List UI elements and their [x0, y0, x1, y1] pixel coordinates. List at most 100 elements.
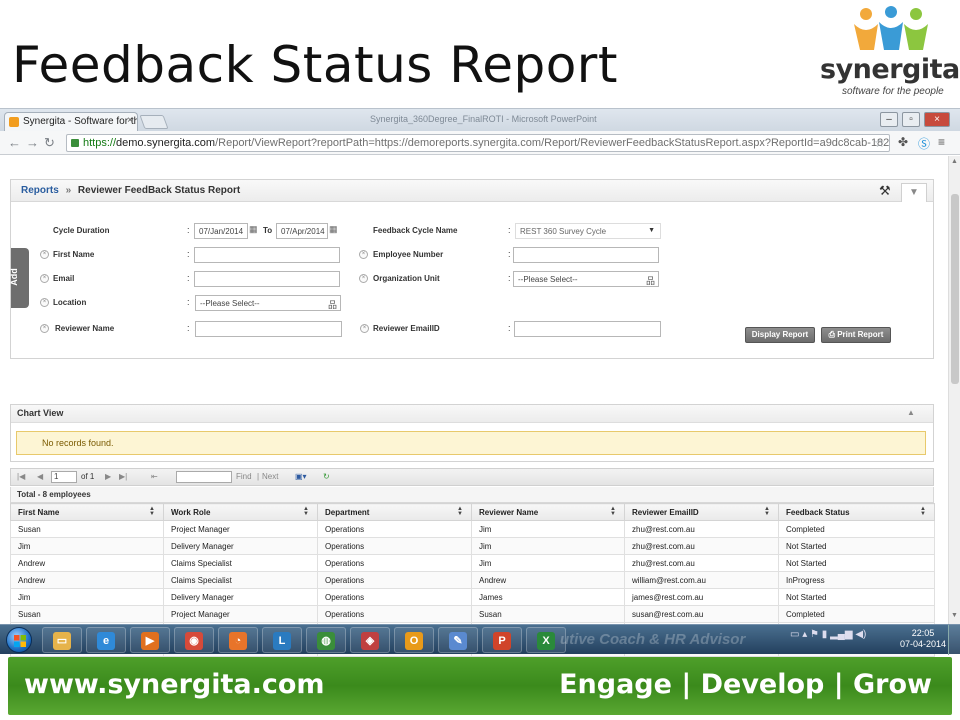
sort-icon[interactable]: ▲ ▼: [149, 506, 155, 517]
add-filter-tab[interactable]: Add: [8, 248, 29, 308]
column-header[interactable]: Reviewer EmailID ▲ ▼: [624, 503, 779, 521]
table-row[interactable]: Susan Project Manager Operations Susan susan…: [10, 605, 935, 623]
column-header[interactable]: Feedback Status ▲ ▼: [778, 503, 935, 521]
menu-icon[interactable]: ≡: [938, 135, 945, 149]
scroll-thumb[interactable]: [951, 194, 959, 384]
hierarchy-icon[interactable]: 品: [646, 274, 655, 286]
remove-filter-icon[interactable]: ×: [40, 274, 49, 283]
table-row[interactable]: Jim Delivery Manager Operations Jim zhu@rest…: [10, 537, 935, 555]
address-bar[interactable]: https://demo.synergita.com/Report/ViewRe…: [66, 134, 890, 152]
refresh-icon[interactable]: ↻: [323, 472, 330, 481]
tray-keyboard-icon[interactable]: ▭: [790, 629, 799, 640]
next-link[interactable]: Next: [262, 472, 278, 481]
table-row[interactable]: Andrew Claims Specialist Operations Jim zhu@…: [10, 554, 935, 572]
column-header[interactable]: Department ▲ ▼: [317, 503, 472, 521]
cycle-to-input[interactable]: 07/Apr/2014: [276, 223, 328, 239]
skype-icon[interactable]: Ⓢ: [918, 135, 930, 152]
minimize-button[interactable]: –: [880, 112, 898, 127]
scroll-down-icon[interactable]: ▼: [951, 612, 958, 619]
show-desktop-button[interactable]: [948, 625, 960, 655]
last-page-icon[interactable]: ▶|: [119, 472, 127, 481]
table-row[interactable]: Jim Delivery Manager Operations James james@…: [10, 588, 935, 606]
taskbar-app-button[interactable]: L: [262, 627, 302, 653]
first-page-icon[interactable]: |◀: [17, 472, 25, 481]
email-input[interactable]: [194, 271, 340, 287]
tray-battery-icon[interactable]: ▮: [822, 629, 828, 640]
sort-icon[interactable]: ▲ ▼: [764, 506, 770, 517]
system-tray[interactable]: ▭ ▴ ⚑ ▮ ▂▄▆ ◀): [790, 629, 866, 640]
vertical-scrollbar[interactable]: ▲ ▼: [948, 156, 960, 625]
cycle-from-input[interactable]: 07/Jan/2014: [194, 223, 248, 239]
breadcrumb-reports-link[interactable]: Reports: [21, 185, 59, 196]
column-header[interactable]: Work Role ▲ ▼: [163, 503, 318, 521]
back-arrow-icon[interactable]: ⇤: [151, 472, 158, 481]
tray-signal-icon[interactable]: ▂▄▆: [830, 629, 852, 640]
taskbar-app-button[interactable]: ▶: [130, 627, 170, 653]
print-report-button[interactable]: ⎙ Print Report: [821, 327, 891, 343]
reload-icon[interactable]: ↻: [44, 135, 55, 151]
add-tab-label: Add: [8, 268, 19, 286]
export-icon[interactable]: ▣▾: [295, 472, 307, 481]
calendar-icon[interactable]: ▦: [329, 224, 338, 235]
sort-icon[interactable]: ▲ ▼: [920, 506, 926, 517]
tray-volume-icon[interactable]: ◀): [855, 629, 866, 640]
taskbar-app-button[interactable]: ◈: [350, 627, 390, 653]
filter-icon[interactable]: ▼: [901, 183, 927, 202]
reviewer-email-input[interactable]: [514, 321, 661, 337]
taskbar-app-button[interactable]: O: [394, 627, 434, 653]
sort-icon[interactable]: ▲ ▼: [303, 506, 309, 517]
scroll-up-icon[interactable]: ▲: [951, 158, 958, 165]
page-number-input[interactable]: 1: [51, 471, 77, 483]
taskbar-app-button[interactable]: ◔: [218, 627, 258, 653]
close-tab-icon[interactable]: ×: [127, 115, 133, 126]
find-input[interactable]: [176, 471, 232, 483]
back-icon[interactable]: ←: [8, 135, 21, 150]
browser-tab[interactable]: Synergita - Software for th ×: [4, 112, 138, 131]
table-row[interactable]: Susan Project Manager Operations Jim zhu@res…: [10, 520, 935, 538]
location-select[interactable]: --Please Select-- 品: [195, 295, 341, 311]
sort-icon[interactable]: ▲ ▼: [457, 506, 463, 517]
close-window-button[interactable]: ×: [924, 112, 950, 127]
remove-filter-icon[interactable]: ×: [359, 274, 368, 283]
feedback-cycle-select[interactable]: REST 360 Survey Cycle ▼: [515, 223, 661, 239]
first-name-input[interactable]: [194, 247, 340, 263]
forward-icon[interactable]: →: [26, 135, 39, 150]
maximize-button[interactable]: ▫: [902, 112, 920, 127]
tray-arrow-icon[interactable]: ▴: [802, 629, 807, 640]
extension-icon[interactable]: ✤: [898, 135, 908, 149]
taskbar-app-button[interactable]: ◉: [174, 627, 214, 653]
calendar-icon[interactable]: ▦: [249, 224, 258, 235]
taskbar-app-button[interactable]: ◍: [306, 627, 346, 653]
bookmark-star-icon[interactable]: ☆: [874, 136, 885, 150]
employee-number-input[interactable]: [513, 247, 659, 263]
hierarchy-icon[interactable]: 品: [328, 298, 337, 310]
display-report-button[interactable]: Display Report: [745, 327, 815, 343]
column-header[interactable]: Reviewer Name ▲ ▼: [471, 503, 625, 521]
collapse-icon[interactable]: ▲: [907, 408, 915, 417]
taskbar-app-button[interactable]: P: [482, 627, 522, 653]
column-header[interactable]: First Name ▲ ▼: [10, 503, 164, 521]
new-tab-button[interactable]: [139, 115, 169, 129]
sort-icon[interactable]: ▲ ▼: [610, 506, 616, 517]
org-unit-select[interactable]: --Please Select-- 品: [513, 271, 659, 287]
taskbar-app-button[interactable]: X: [526, 627, 566, 653]
location-label: Location: [53, 298, 87, 307]
remove-filter-icon[interactable]: ×: [40, 250, 49, 259]
tools-icon[interactable]: ⚒: [879, 183, 891, 199]
next-page-icon[interactable]: ▶: [105, 472, 111, 481]
taskbar-app-button[interactable]: e: [86, 627, 126, 653]
taskbar-app-button[interactable]: ✎: [438, 627, 478, 653]
prev-page-icon[interactable]: ◀: [37, 472, 43, 481]
remove-filter-icon[interactable]: ×: [40, 298, 49, 307]
remove-filter-icon[interactable]: ×: [40, 324, 49, 333]
start-button[interactable]: [6, 627, 32, 653]
table-row[interactable]: Andrew Claims Specialist Operations Andrew w…: [10, 571, 935, 589]
find-link[interactable]: Find: [236, 472, 252, 481]
reviewer-name-input[interactable]: [195, 321, 342, 337]
remove-filter-icon[interactable]: ×: [359, 250, 368, 259]
taskbar-app-button[interactable]: ▭: [42, 627, 82, 653]
table-cell: Claims Specialist: [163, 554, 318, 572]
tray-flag-icon[interactable]: ⚑: [810, 629, 819, 640]
taskbar-clock[interactable]: 22:05 07-04-2014: [900, 628, 946, 650]
remove-filter-icon[interactable]: ×: [360, 324, 369, 333]
